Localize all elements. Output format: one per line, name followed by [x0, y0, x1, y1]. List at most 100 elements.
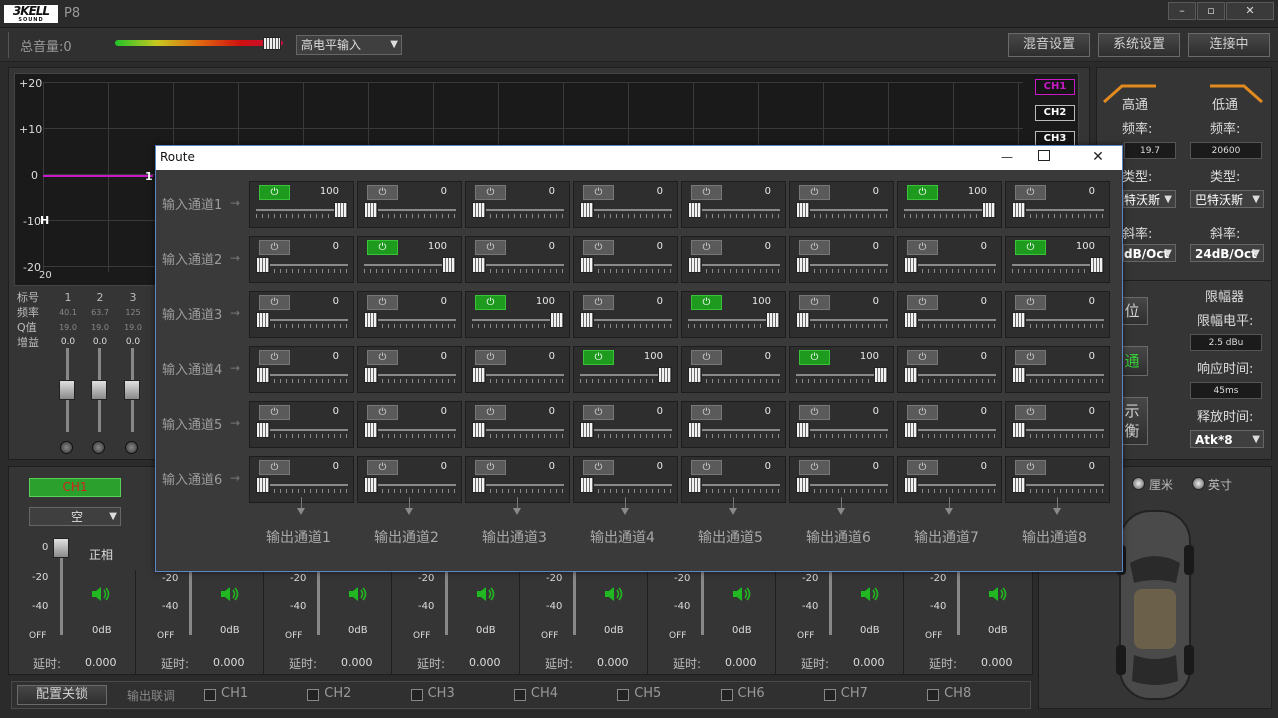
route-slider-thumb[interactable] — [472, 202, 486, 218]
route-slider-thumb[interactable] — [472, 422, 486, 438]
route-slider-thumb[interactable] — [688, 202, 702, 218]
route-slider-thumb[interactable] — [442, 257, 456, 273]
route-slider-thumb[interactable] — [874, 367, 888, 383]
band-freq[interactable]: 40.1 — [57, 305, 79, 320]
minimize-button[interactable]: – — [1168, 2, 1196, 20]
power-toggle-button[interactable]: ⏻ — [799, 240, 830, 255]
power-toggle-button[interactable]: ⏻ — [691, 460, 722, 475]
speaker-icon[interactable] — [731, 585, 753, 603]
route-slider-thumb[interactable] — [688, 422, 702, 438]
power-toggle-button[interactable]: ⏻ — [367, 405, 398, 420]
link-checkbox-ch7[interactable] — [823, 689, 836, 701]
route-slider-thumb[interactable] — [688, 257, 702, 273]
power-toggle-button[interactable]: ⏻ — [259, 295, 290, 310]
route-slider-thumb[interactable] — [472, 367, 486, 383]
power-toggle-button[interactable]: ⏻ — [907, 295, 938, 310]
strip-delay-value[interactable]: 0.000 — [213, 656, 245, 669]
power-toggle-button[interactable]: ⏻ — [799, 295, 830, 310]
route-slider-thumb[interactable] — [550, 312, 564, 328]
power-toggle-button[interactable]: ⏻ — [583, 240, 614, 255]
band-1-fader[interactable] — [59, 380, 75, 400]
power-toggle-button[interactable]: ⏻ — [1015, 405, 1046, 420]
band-1-reset-button[interactable] — [60, 441, 73, 454]
route-slider-thumb[interactable] — [580, 257, 594, 273]
power-toggle-button[interactable]: ⏻ — [907, 350, 938, 365]
route-slider-thumb[interactable] — [256, 422, 270, 438]
power-toggle-button[interactable]: ⏻ — [799, 185, 830, 200]
dialog-maximize-button[interactable] — [1038, 150, 1050, 161]
power-toggle-button[interactable]: ⏻ — [583, 295, 614, 310]
master-volume-thumb[interactable] — [263, 37, 281, 50]
power-toggle-button[interactable]: ⏻ — [259, 240, 290, 255]
strip-delay-value[interactable]: 0.000 — [341, 656, 373, 669]
route-slider-thumb[interactable] — [256, 312, 270, 328]
ch1-select-button[interactable]: CH1 — [29, 478, 121, 497]
power-toggle-button[interactable]: ⏻ — [367, 185, 398, 200]
hp-type-select[interactable]: 特沃斯 ▼ — [1123, 190, 1176, 208]
strip-delay-value[interactable]: 0.000 — [725, 656, 757, 669]
maximize-button[interactable]: ▫ — [1197, 2, 1225, 20]
link-checkbox-ch1[interactable] — [204, 689, 216, 701]
power-toggle-button[interactable]: ⏻ — [367, 350, 398, 365]
power-toggle-button[interactable]: ⏻ — [799, 460, 830, 475]
power-toggle-button[interactable]: ⏻ — [1015, 295, 1046, 310]
route-slider-thumb[interactable] — [472, 257, 486, 273]
mix-settings-button[interactable]: 混音设置 — [1008, 33, 1090, 57]
route-slider-thumb[interactable] — [1012, 367, 1026, 383]
strip-delay-value[interactable]: 0.000 — [981, 656, 1013, 669]
power-toggle-button[interactable]: ⏻ — [475, 460, 506, 475]
ch1-delay-value[interactable]: 0.000 — [85, 656, 117, 669]
route-slider-thumb[interactable] — [256, 477, 270, 493]
power-toggle-button[interactable]: ⏻ — [367, 295, 398, 310]
band-2-reset-button[interactable] — [92, 441, 105, 454]
route-slider-thumb[interactable] — [580, 312, 594, 328]
release-select[interactable]: Atk*8 ▼ — [1190, 430, 1264, 448]
route-slider-thumb[interactable] — [580, 477, 594, 493]
link-checkbox-ch5[interactable] — [617, 689, 630, 701]
power-toggle-button[interactable]: ⏻ — [475, 350, 506, 365]
route-slider-thumb[interactable] — [766, 312, 780, 328]
route-slider-thumb[interactable] — [364, 312, 378, 328]
strip-delay-value[interactable]: 0.000 — [597, 656, 629, 669]
connect-button[interactable]: 连接中 — [1188, 33, 1270, 57]
speaker-icon[interactable] — [475, 585, 497, 603]
power-toggle-button[interactable]: ⏻ — [907, 185, 938, 200]
power-toggle-button[interactable]: ⏻ — [583, 405, 614, 420]
route-slider-thumb[interactable] — [580, 202, 594, 218]
band-marker-1[interactable]: 1 — [145, 170, 153, 183]
route-slider-thumb[interactable] — [688, 367, 702, 383]
route-slider-thumb[interactable] — [796, 257, 810, 273]
power-toggle-button[interactable]: ⏻ — [475, 240, 506, 255]
route-slider-thumb[interactable] — [364, 422, 378, 438]
link-checkbox-ch3[interactable] — [410, 689, 423, 701]
power-toggle-button[interactable]: ⏻ — [475, 295, 506, 310]
graph-ch1-button[interactable]: CH1 — [1035, 79, 1075, 95]
hp-slope-select[interactable]: dB/Oct ▼ — [1123, 244, 1176, 262]
power-toggle-button[interactable]: ⏻ — [907, 240, 938, 255]
route-slider-thumb[interactable] — [1012, 422, 1026, 438]
power-toggle-button[interactable]: ⏻ — [799, 350, 830, 365]
dialog-close-button[interactable]: ✕ — [1088, 148, 1108, 168]
link-checkbox-ch4[interactable] — [513, 689, 526, 701]
route-slider-thumb[interactable] — [256, 367, 270, 383]
close-button[interactable]: ✕ — [1226, 2, 1274, 20]
system-settings-button[interactable]: 系统设置 — [1098, 33, 1180, 57]
input-mode-select[interactable]: 高电平输入 ▼ — [296, 35, 402, 55]
route-slider-thumb[interactable] — [796, 202, 810, 218]
ch1-mode-select[interactable]: 空 ▼ — [29, 507, 121, 526]
lp-freq-input[interactable]: 20600 — [1190, 142, 1262, 159]
highpass-marker[interactable]: H — [40, 214, 49, 227]
band-freq[interactable]: 63.7 — [89, 305, 111, 320]
route-slider-thumb[interactable] — [1090, 257, 1104, 273]
power-toggle-button[interactable]: ⏻ — [367, 460, 398, 475]
band-3-fader[interactable] — [124, 380, 140, 400]
power-toggle-button[interactable]: ⏻ — [583, 185, 614, 200]
attack-input[interactable]: 45ms — [1190, 382, 1262, 399]
band-3-reset-button[interactable] — [125, 441, 138, 454]
lp-type-select[interactable]: 巴特沃斯 ▼ — [1190, 190, 1264, 208]
speaker-icon[interactable] — [219, 585, 241, 603]
route-slider-thumb[interactable] — [658, 367, 672, 383]
config-lock-button[interactable]: 配置关锁 — [17, 685, 107, 705]
strip-delay-value[interactable]: 0.000 — [853, 656, 885, 669]
speaker-icon[interactable] — [347, 585, 369, 603]
